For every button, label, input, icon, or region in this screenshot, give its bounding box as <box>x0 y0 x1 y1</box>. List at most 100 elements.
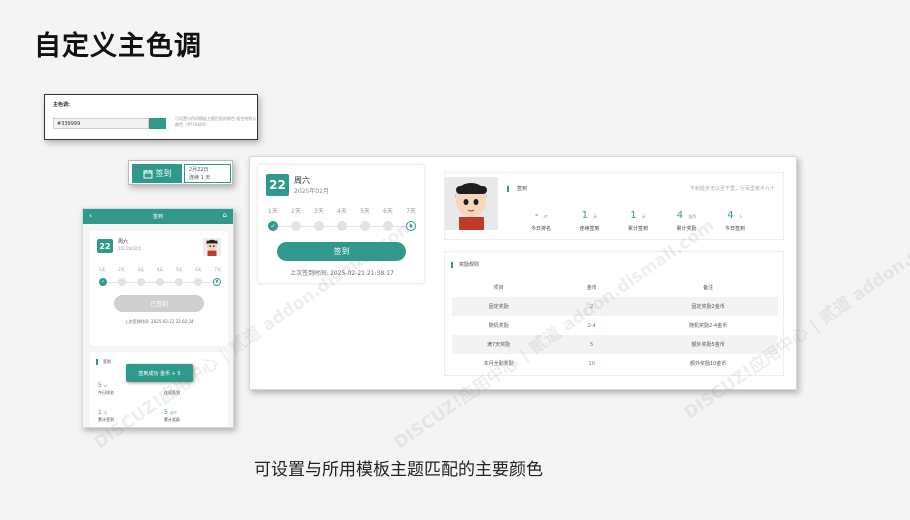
table-cell: 随机奖励2-4金币 <box>689 323 728 329</box>
medal-icon: ♦ <box>213 278 221 286</box>
column-header: 金币 <box>586 285 597 291</box>
home-icon[interactable]: ⌂ <box>223 211 227 219</box>
color-setting-hint: 可设置与所用模板主题匹配的颜色 留空则默认颜色（#FF6600） <box>175 116 257 127</box>
table-cell: 额外奖励10金币 <box>689 361 727 367</box>
day-label: 3天 <box>137 267 145 272</box>
day-dot <box>360 221 370 231</box>
day-label: 3天 <box>314 208 324 215</box>
day-label: 1天 <box>99 267 106 272</box>
last-sign-time: 上次签到时间: 2025-02-21 21:38:17 <box>290 270 394 277</box>
stat-unit: 人 <box>738 214 743 219</box>
day-label: 7天 <box>406 208 416 215</box>
day-label: 6天 <box>195 267 202 272</box>
weekday: 周六 <box>294 176 310 185</box>
sign-button-info: 2月22日 连续 1 天 <box>184 164 231 183</box>
day-dot <box>137 278 145 286</box>
table-cell: 本月全勤奖励 <box>483 361 514 367</box>
profile-card: 签到 不积跬步无以至千里，行百里者半九十 - st 今日排名 1 天连续签到 1 天累… <box>444 172 784 240</box>
stat-item: - st 今日排名 <box>531 203 551 232</box>
rules-title: 奖励规则 <box>459 262 480 268</box>
day-dot <box>118 278 126 286</box>
table-cell: 5 <box>590 341 594 348</box>
day-labels: 1天 2天 3天 4天 5天 6天 7天 <box>99 267 221 273</box>
stat-item: 1 天连续签到 <box>579 203 599 232</box>
table-cell: 10 <box>588 360 595 367</box>
sign-in-button[interactable]: 签到 <box>277 242 406 261</box>
avatar <box>445 177 498 230</box>
stat-label: 连续签到 <box>579 226 600 232</box>
day-label: 6天 <box>383 208 393 215</box>
motto: 不积跬步无以至千里，行百里者半九十 <box>689 186 775 192</box>
stat-unit: st <box>543 214 548 219</box>
desktop-preview: 22 周六 2025年02月 1天 2天 3天 4天 5天 6天 7天 ✓ ♦ 签到 上次签到… <box>249 156 797 390</box>
avatar <box>203 238 221 256</box>
sign-button-widget[interactable]: 签到 2月22日 连续 1 天 <box>128 160 233 185</box>
table-cell: 固定奖励 <box>488 304 509 310</box>
profile-header: 签到 <box>507 185 527 192</box>
mobile-sign-card: 22 周六 2025年02月 1天 2天 3天 4天 5天 6天 7天 ✓ ♦ 已签到 上次签… <box>90 231 228 346</box>
sign-date: 2月22日 <box>189 167 209 173</box>
day-label: 1天 <box>268 208 278 215</box>
day-labels: 1天 2天 3天 4天 5天 6天 7天 <box>268 206 416 215</box>
accent-bar <box>96 359 98 365</box>
table-row: 满7天奖励 5 额外奖励5金币 <box>452 335 778 354</box>
day-dot <box>383 221 393 231</box>
mobile-header: ‹ 签到 ⌂ <box>83 209 233 224</box>
day-label: 4天 <box>337 208 347 215</box>
stat-value: 4 <box>676 210 684 221</box>
table-cell: 2-4 <box>587 322 596 329</box>
date-badge: 22 <box>266 174 289 196</box>
signed-button[interactable]: 已签到 <box>114 295 204 312</box>
success-toast: 签到成功 金币 + 5 <box>126 364 193 382</box>
medal-icon: ♦ <box>406 221 416 231</box>
mobile-section-header: 签到 <box>96 359 111 365</box>
stat-total: 1 天 累计签到 <box>98 409 114 422</box>
stat-item: 1 天累计签到 <box>628 203 648 232</box>
stat-label: 累计奖励 <box>676 226 697 232</box>
column-header: 项目 <box>493 285 504 291</box>
stat-value: - <box>534 210 539 221</box>
column-header: 备注 <box>703 285 714 291</box>
mobile-header-title: 签到 <box>152 214 163 220</box>
table-row: 随机奖励 2-4 随机奖励2-4金币 <box>452 316 778 335</box>
stat-rank: 5 st 今日排名 <box>98 382 114 395</box>
rules-header: 奖励规则 <box>451 261 479 268</box>
day-label: 5天 <box>360 208 370 215</box>
stat-value: 1 <box>581 210 589 221</box>
day-label: 5天 <box>175 267 183 272</box>
day-label: 2天 <box>118 267 125 272</box>
day-dot <box>291 221 301 231</box>
stat-item: 4 金币累计奖励 <box>676 203 696 232</box>
stat-value: 1 <box>630 210 637 221</box>
sign-button[interactable]: 签到 <box>132 164 182 183</box>
color-setting-panel: 主色调: #339999 可设置与所用模板主题匹配的颜色 留空则默认颜色（#FF… <box>44 94 258 140</box>
table-header: 项目 金币 备注 <box>452 278 778 297</box>
day-label: 4天 <box>156 267 164 272</box>
table-row: 固定奖励 2 固定奖励2金币 <box>452 297 778 316</box>
page-title: 自定义主色调 <box>34 31 202 62</box>
desktop-sign-card: 22 周六 2025年02月 1天 2天 3天 4天 5天 6天 7天 ✓ ♦ 签到 上次签到… <box>257 164 425 284</box>
mobile-section-title: 签到 <box>103 359 111 364</box>
rules-table: 项目 金币 备注固定奖励 2 固定奖励2金币随机奖励 2-4 随机奖励2-4金币满7天奖励 5… <box>452 278 778 373</box>
day-dots: ✓ ♦ <box>99 278 221 286</box>
day-dot <box>314 221 324 231</box>
color-swatch[interactable] <box>149 118 166 129</box>
stat-unit: 金币 <box>688 214 697 219</box>
day-dots: ✓ ♦ <box>268 221 416 231</box>
day-dot <box>175 278 183 286</box>
stat-label: 今日签到 <box>724 226 745 232</box>
check-icon: ✓ <box>99 278 107 286</box>
stat-unit: 天 <box>593 214 598 219</box>
stat-item: 4 人今日签到 <box>725 203 745 232</box>
table-cell: 固定奖励2金币 <box>691 304 725 310</box>
color-input[interactable]: #339999 <box>53 118 149 129</box>
table-cell: 随机奖励 <box>488 323 509 329</box>
color-setting-label: 主色调: <box>53 102 70 108</box>
calendar-icon <box>143 169 152 178</box>
last-sign-time: 上次签到时间: 2025-02-22 22:02:34 <box>124 319 194 324</box>
back-icon[interactable]: ‹ <box>89 211 92 220</box>
table-row: 本月全勤奖励 10 额外奖励10金币 <box>452 354 778 373</box>
accent-bar <box>451 261 453 268</box>
desktop-info-panel: 签到 不积跬步无以至千里，行百里者半九十 - st 今日排名 1 天连续签到 1 天累… <box>436 164 790 382</box>
date-badge: 22 <box>97 239 113 253</box>
